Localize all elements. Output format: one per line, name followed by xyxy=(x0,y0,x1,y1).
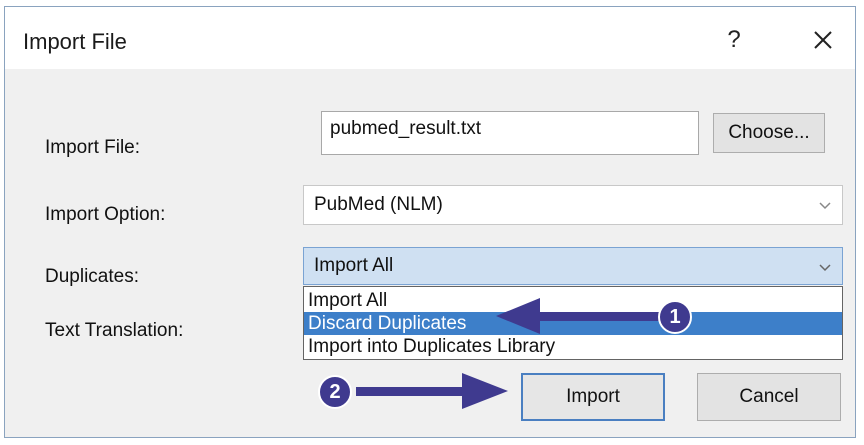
annotation-badge-1: 1 xyxy=(658,300,692,334)
arrow-1 xyxy=(496,298,664,334)
annotation-badge-2: 2 xyxy=(318,375,352,409)
annotation-arrows xyxy=(356,298,664,409)
arrow-2 xyxy=(356,373,508,409)
